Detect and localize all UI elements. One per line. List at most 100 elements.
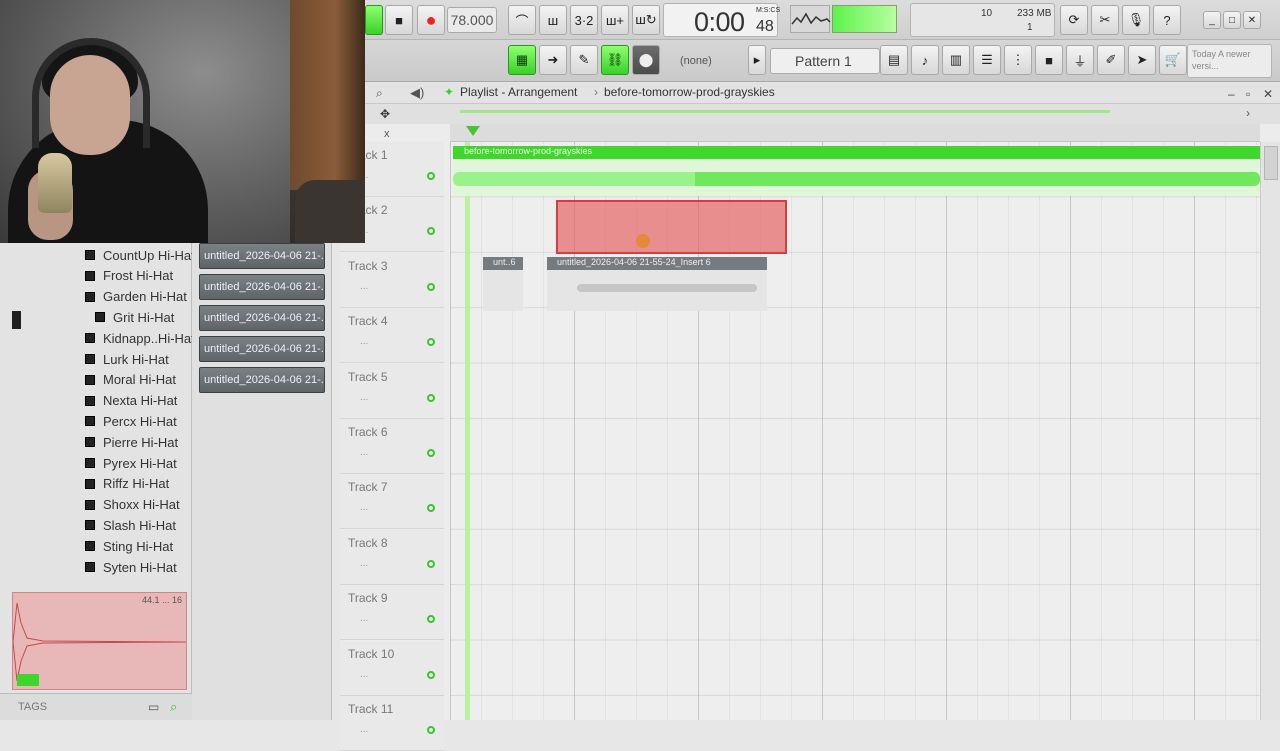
project-icon[interactable]: ■ [1035,45,1063,75]
zoom-icon[interactable]: ⌕ [376,86,383,101]
play-button[interactable] [365,5,383,35]
track-options-icon[interactable]: ... [360,281,368,292]
track-header[interactable]: Track 11... [340,696,444,751]
tools-icon[interactable]: ✂ [1091,5,1119,35]
track-header[interactable]: Track 8... [340,529,444,585]
track-options-icon[interactable]: ... [360,613,368,624]
track-options-icon[interactable]: ... [360,392,368,403]
track-mute-icon[interactable] [427,615,435,624]
track-options-icon[interactable]: ... [360,669,368,680]
browser-item[interactable]: Lurk Hi-Hat [85,349,169,369]
playlist-maximize-icon[interactable]: ▫ [1246,87,1250,101]
pencil-icon[interactable]: ✎ [570,45,598,75]
refresh-icon[interactable]: ⟳ [1060,5,1088,35]
tempo-display[interactable]: 78.000 [447,7,497,33]
browser-item[interactable]: Slash Hi-Hat [85,515,176,535]
time-display[interactable]: 0:00 M:S:CS 48 [663,3,780,37]
vertical-scrollbar[interactable] [1260,142,1280,720]
browser-item[interactable]: Percx Hi-Hat [85,411,177,431]
speaker-icon[interactable]: ◀) [410,85,424,101]
track-options-icon[interactable]: ... [360,724,368,735]
channel-rack-icon[interactable]: ▥ [942,45,970,75]
pattern-prev-icon[interactable]: ▸ [748,45,766,75]
mixer-icon[interactable]: ☰ [973,45,1001,75]
horizontal-scrollbar[interactable] [460,110,1110,113]
playhead-marker-icon[interactable] [466,126,480,136]
browser-item[interactable]: Pierre Hi-Hat [85,432,178,452]
track-options-icon[interactable]: ... [360,558,368,569]
browser-item[interactable]: Moral Hi-Hat [85,370,176,390]
search-icon[interactable]: ⌕ [170,699,177,715]
arrangement-name[interactable]: before-tomorrow-prod-grayskies [604,85,775,99]
track-mute-icon[interactable] [427,449,435,457]
plugin-icon[interactable]: ⏚ [1066,45,1094,75]
help-icon[interactable]: ? [1153,5,1181,35]
track-mute-icon[interactable] [427,282,435,291]
piano-roll-icon[interactable]: ♪ [911,45,939,75]
browser-item[interactable]: Syten Hi-Hat [85,557,177,577]
track-mute-icon[interactable] [427,504,435,513]
picker-clip[interactable]: untitled_2026-04-06 21-... [199,274,325,300]
arrow-icon[interactable]: ➜ [539,45,567,75]
pattern-selector[interactable]: Pattern 1 [770,48,880,74]
loop-record-icon[interactable]: ш↻ [632,5,660,35]
audio-clip-main[interactable]: before-tomorrow-prod-grayskies [453,146,1260,196]
folder-icon[interactable]: ▭ [148,700,159,714]
track-mute-icon[interactable] [427,670,435,679]
tags-label[interactable]: TAGS [18,701,47,713]
browser-item[interactable]: Riffz Hi-Hat [85,474,169,494]
sample-preview[interactable]: 44.1 ... 16 [12,592,187,690]
close-icon[interactable]: ✕ [1243,11,1261,29]
scroll-right-icon[interactable]: › [1246,106,1250,120]
track-header[interactable]: Track 4... [340,308,444,364]
minimize-icon[interactable]: _ [1203,11,1221,29]
picker-clip[interactable]: untitled_2026-04-06 21-... [199,367,325,393]
track-header[interactable]: Track 10... [340,640,444,696]
wait-input-icon[interactable]: ш [539,5,567,35]
browser-item[interactable]: Frost Hi-Hat [85,266,173,286]
audio-clip-small[interactable]: unt..6 [483,257,523,311]
track-mute-icon[interactable] [427,172,435,180]
browser-item[interactable]: Sting Hi-Hat [85,536,173,556]
track-header[interactable]: Track 9... [340,585,444,641]
send-icon[interactable]: ➤ [1128,45,1156,75]
track-header[interactable]: Track 5... [340,363,444,419]
blend-notes-icon[interactable]: ш+ [601,5,629,35]
picker-clip[interactable]: untitled_2026-04-06 21-... [199,336,325,362]
browser-icon[interactable]: ⋮ [1004,45,1032,75]
track-header[interactable]: Track 7... [340,474,444,530]
track-mute-icon[interactable] [427,559,435,568]
countdown-icon[interactable]: 3·2 [570,5,598,35]
metronome-icon[interactable]: ⌒ [508,5,536,35]
preview-play-button[interactable] [17,674,39,686]
browser-arrow-icon[interactable] [12,311,21,329]
track-options-icon[interactable]: ... [360,336,368,347]
paint-icon[interactable]: ⬤ [632,45,660,75]
snap-select[interactable]: (none) [670,50,740,72]
picker-clip[interactable]: untitled_2026-04-06 21-... [199,243,325,269]
link-icon[interactable]: ⛓ [601,45,629,75]
cart-icon[interactable]: 🛒 [1159,45,1187,75]
timeline-ruler[interactable] [450,124,1260,142]
picker-clip[interactable]: untitled_2026-04-06 21-... [199,305,325,331]
record-button[interactable]: ● [417,5,445,35]
plugin-picker-icon[interactable]: ▤ [880,45,908,75]
browser-item[interactable]: CountUp Hi-Hat [85,245,195,265]
track-mute-icon[interactable] [427,227,435,236]
selection-box[interactable] [556,200,787,254]
audio-clip-insert[interactable]: untitled_2026-04-06 21-55-24_Insert 6 [547,257,767,311]
browser-item[interactable]: Shoxx Hi-Hat [85,495,180,515]
microphone-icon[interactable]: 🎙 [1122,5,1150,35]
news-hint[interactable]: Today A newer versi... [1187,44,1272,78]
browser-item[interactable]: Pyrex Hi-Hat [85,453,177,473]
playlist-minimize-icon[interactable]: – [1228,87,1235,101]
vertical-scroll-thumb[interactable] [1264,146,1278,180]
track-mute-icon[interactable] [427,726,435,734]
stop-button[interactable]: ■ [385,5,413,35]
snap-icon[interactable]: ✥ [380,107,390,121]
playlist-close-icon[interactable]: ✕ [1263,87,1273,101]
track-mute-icon[interactable] [427,393,435,402]
maximize-icon[interactable]: □ [1223,11,1241,29]
playlist-grid[interactable]: before-tomorrow-prod-grayskies unt..6 un… [450,142,1260,720]
browser-item[interactable]: Kidnapp..Hi-Hat [85,328,195,348]
